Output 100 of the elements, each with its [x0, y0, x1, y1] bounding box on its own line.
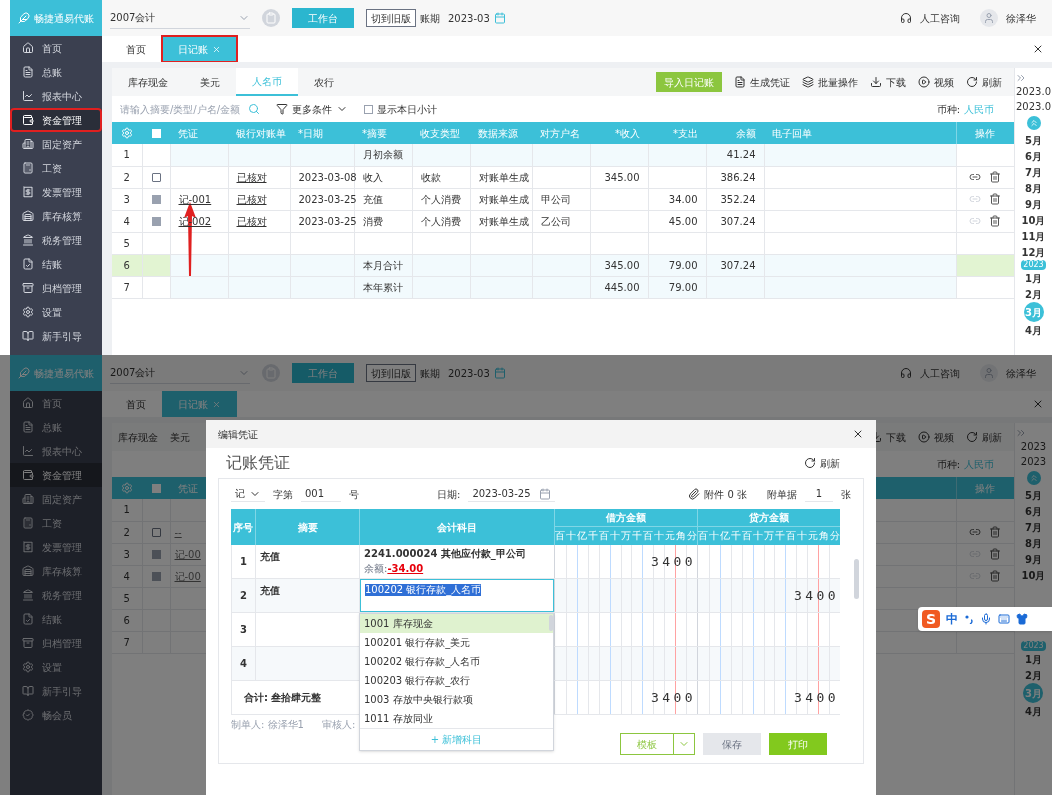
month-item[interactable]: 11月 [1021, 228, 1046, 244]
account-tab[interactable]: 农行 [298, 68, 350, 96]
suggestion-item[interactable]: 100201 银行存款_美元 [360, 633, 553, 652]
sidebar-item[interactable]: 总账 [10, 60, 102, 84]
month-item[interactable]: 1月 [1025, 651, 1042, 667]
sidebar-item[interactable]: 税务管理 [10, 228, 102, 252]
chevrons-up-icon[interactable] [1026, 471, 1041, 485]
month-item[interactable]: 1月 [1025, 270, 1042, 286]
month-item[interactable]: 10月 [1021, 567, 1046, 583]
toolbar-button[interactable]: 批量操作 [802, 74, 858, 90]
table-link[interactable]: 已核对 [236, 171, 267, 183]
month-item[interactable]: 8月 [1025, 180, 1042, 196]
link-icon[interactable] [969, 526, 982, 538]
account-input[interactable]: 100202 银行存款_人名币 [360, 579, 554, 612]
month-item[interactable]: 8月 [1025, 535, 1042, 551]
chevrons-up-icon[interactable] [1026, 116, 1041, 130]
keyboard-icon[interactable] [998, 613, 1010, 625]
month-item[interactable]: 6月 [1025, 148, 1042, 164]
account-tab[interactable]: 美元 [184, 68, 236, 96]
more-filters-button[interactable]: 更多条件 [276, 101, 348, 117]
documents-field[interactable]: 1 [805, 486, 833, 502]
sidebar-item[interactable]: 资金管理 [10, 463, 102, 487]
switch-version-button[interactable]: 切到旧版 [366, 364, 416, 382]
month-item[interactable]: 4月 [1025, 322, 1042, 338]
suggestion-item[interactable]: 100202 银行存款_人名币 [360, 652, 553, 671]
month-item[interactable]: 6月 [1025, 503, 1042, 519]
month-item[interactable]: 5月 [1025, 132, 1042, 148]
clipboard-icon[interactable] [262, 9, 280, 27]
link-icon[interactable] [969, 171, 982, 183]
row-checkbox[interactable] [151, 172, 161, 182]
account-tab[interactable]: 库存现金 [112, 68, 184, 96]
delete-icon[interactable] [989, 526, 1002, 538]
page-tab[interactable]: 首页 [110, 391, 162, 417]
sidebar-item[interactable]: 结账 [10, 252, 102, 276]
month-item[interactable]: 5月 [1025, 487, 1042, 503]
toolbar-button[interactable]: 视频 [918, 74, 954, 90]
summary-text[interactable]: 充值 [260, 551, 280, 562]
settings-icon[interactable] [121, 482, 133, 494]
punctuation-icon[interactable] [964, 614, 974, 624]
toolbar-button[interactable]: 视频 [918, 429, 954, 445]
toolbar-button[interactable]: 刷新 [966, 429, 1002, 445]
scrollbar-thumb[interactable] [549, 615, 553, 631]
month-item[interactable]: 7月 [1025, 519, 1042, 535]
attachment-link[interactable]: 附件 0 张 [688, 486, 747, 502]
close-icon[interactable] [1032, 43, 1044, 55]
sidebar-item[interactable]: 发票管理 [10, 180, 102, 204]
toolbar-button[interactable]: 下载 [870, 74, 906, 90]
page-tab[interactable]: 首页 [110, 36, 162, 62]
settings-icon[interactable] [121, 127, 133, 139]
month-item[interactable]: 9月 [1025, 551, 1042, 567]
sidebar-item[interactable]: 报表中心 [10, 84, 102, 108]
support-link[interactable]: 人工咨询 [920, 10, 960, 26]
row-checkbox[interactable] [151, 527, 161, 537]
switch-version-button[interactable]: 切到旧版 [366, 9, 416, 27]
sidebar-item[interactable]: 工资 [10, 156, 102, 180]
ime-mode[interactable]: 中 [946, 610, 958, 628]
microphone-icon[interactable] [980, 613, 992, 625]
select-all-checkbox[interactable] [151, 128, 161, 138]
select-all-checkbox[interactable] [151, 483, 161, 493]
scrollbar-thumb[interactable] [854, 559, 859, 599]
search-field[interactable]: 请输入摘要/类型/户名/金额 [120, 101, 260, 117]
account-select[interactable]: 2007会计 [110, 7, 250, 29]
account-tab[interactable]: 美元 [164, 423, 196, 451]
month-item[interactable]: 7月 [1025, 164, 1042, 180]
suggestion-item[interactable]: 100203 银行存款_农行 [360, 671, 553, 690]
month-item[interactable]: 9月 [1025, 196, 1042, 212]
sidebar-item[interactable]: 固定资产 [10, 132, 102, 156]
account-tab[interactable]: 库存现金 [112, 423, 164, 451]
close-icon[interactable] [852, 428, 864, 440]
sidebar-item[interactable]: 设置 [10, 300, 102, 324]
month-item[interactable]: 4月 [1025, 703, 1042, 719]
delete-icon[interactable] [989, 171, 1002, 183]
suggestion-item[interactable]: 1003 存放中央银行款项 [360, 690, 553, 709]
sidebar-item[interactable]: 新手引导 [10, 324, 102, 348]
sidebar-item[interactable]: 归档管理 [10, 276, 102, 300]
voucher-type-select[interactable]: 记 [231, 486, 265, 502]
sidebar-item[interactable]: 首页 [10, 36, 102, 60]
month-item[interactable]: 2月 [1025, 667, 1042, 683]
collapse-icon[interactable] [1015, 427, 1027, 439]
toolbar-button[interactable]: 生成凭证 [734, 74, 790, 90]
account-select[interactable]: 2007会计 [110, 362, 250, 384]
month-item[interactable]: 12月 [1021, 244, 1046, 260]
sidebar-item[interactable]: 库存核算 [10, 204, 102, 228]
calendar-icon[interactable] [493, 12, 506, 24]
suggestion-item[interactable]: 1011 存放同业 [360, 709, 553, 728]
collapse-icon[interactable] [1015, 72, 1027, 84]
search-icon[interactable] [248, 103, 260, 115]
suggestion-item[interactable]: 1001 库存现金 [360, 614, 553, 633]
date-field[interactable]: 2023-03-25 [468, 486, 555, 502]
month-item[interactable]: 2月 [1025, 286, 1042, 302]
month-item[interactable]: 10月 [1021, 212, 1046, 228]
calendar-icon[interactable] [493, 367, 506, 379]
voucher-number-field[interactable]: 001 [301, 486, 341, 502]
daily-subtotal-checkbox[interactable]: 显示本日小计 [364, 101, 437, 117]
sidebar-item[interactable]: 资金管理 [10, 108, 102, 132]
toolbar-button[interactable]: 刷新 [966, 74, 1002, 90]
summary-text[interactable]: 充值 [260, 585, 280, 596]
shirt-icon[interactable] [1016, 613, 1028, 625]
refresh-button[interactable]: 刷新 [804, 455, 840, 471]
support-link[interactable]: 人工咨询 [920, 365, 960, 381]
